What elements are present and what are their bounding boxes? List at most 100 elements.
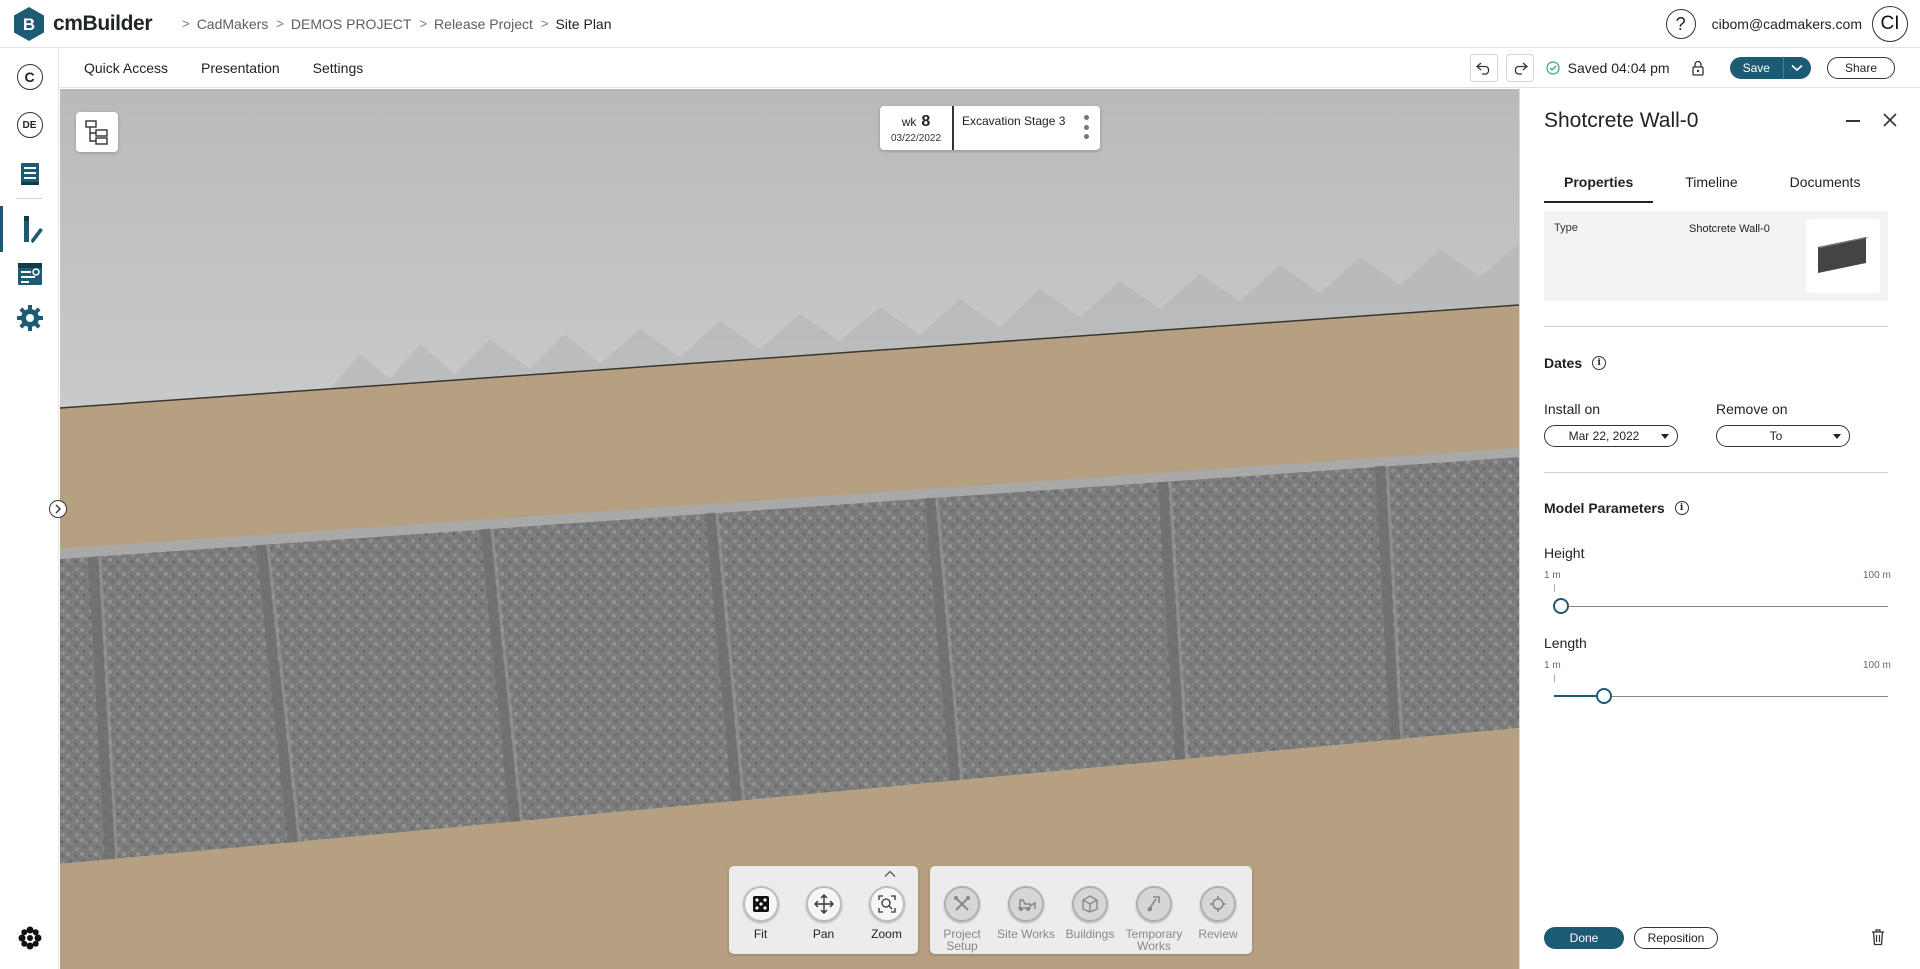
lock-icon bbox=[1691, 60, 1704, 76]
temporary-works-icon bbox=[1136, 886, 1172, 922]
type-thumbnail bbox=[1806, 219, 1880, 293]
share-button[interactable]: Share bbox=[1826, 57, 1895, 79]
menu-quick-access[interactable]: Quick Access bbox=[84, 60, 168, 76]
tab-properties[interactable]: Properties bbox=[1544, 173, 1654, 203]
week-line: wk 8 bbox=[902, 113, 931, 131]
chevron-up-icon[interactable] bbox=[884, 870, 896, 878]
install-on-label: Install on bbox=[1544, 401, 1601, 417]
length-slider[interactable] bbox=[1554, 688, 1888, 704]
buildings-tool[interactable]: Buildings bbox=[1058, 886, 1122, 940]
logo-badge-icon: B bbox=[12, 6, 46, 42]
wall-thumbnail-icon bbox=[1818, 237, 1868, 273]
week-indicator: wk 8 03/22/2022 bbox=[880, 106, 954, 150]
breadcrumb-project-group[interactable]: DEMOS PROJECT bbox=[291, 16, 412, 32]
model-params-title: Model Parameters bbox=[1544, 500, 1665, 516]
hierarchy-tree-icon bbox=[85, 120, 108, 145]
undo-icon bbox=[1475, 62, 1489, 75]
company-switcher[interactable]: C bbox=[0, 62, 59, 92]
chevron-down-icon bbox=[1791, 64, 1804, 72]
review-tool[interactable]: Review bbox=[1186, 886, 1250, 940]
fit-dice-icon bbox=[742, 886, 779, 922]
type-section: Type Shotcrete Wall-0 bbox=[1544, 211, 1888, 301]
user-email: cibom@cadmakers.com bbox=[1711, 16, 1862, 32]
review-icon bbox=[1200, 886, 1236, 922]
user-avatar[interactable]: CI bbox=[1872, 6, 1908, 42]
timeline-week-card[interactable]: wk 8 03/22/2022 Excavation Stage 3 bbox=[880, 106, 1100, 150]
dates-title: Dates bbox=[1544, 355, 1583, 371]
buildings-label: Buildings bbox=[1065, 927, 1115, 941]
close-icon[interactable] bbox=[1881, 111, 1899, 129]
tab-timeline[interactable]: Timeline bbox=[1665, 173, 1757, 203]
breadcrumb-project[interactable]: Release Project bbox=[434, 16, 533, 32]
properties-panel: Shotcrete Wall-0 Properties Timeline Doc… bbox=[1519, 89, 1920, 969]
model-tree-button[interactable] bbox=[76, 112, 118, 152]
panel-tabs: Properties Timeline Documents bbox=[1544, 173, 1896, 203]
model-params-section-title: Model Parameters i bbox=[1544, 500, 1689, 516]
saved-status: Saved 04:04 pm bbox=[1546, 60, 1670, 76]
fit-tool[interactable]: Fit bbox=[729, 886, 792, 940]
pan-tool[interactable]: Pan bbox=[792, 886, 855, 940]
review-label: Review bbox=[1198, 927, 1238, 941]
help-icon[interactable]: ? bbox=[1665, 9, 1696, 39]
rail-item-schedule[interactable] bbox=[0, 254, 59, 294]
check-circle-icon bbox=[1546, 61, 1560, 75]
fit-label: Fit bbox=[753, 927, 768, 941]
install-date-select[interactable]: Mar 22, 2022 bbox=[1544, 425, 1678, 447]
expand-sidebar-button[interactable] bbox=[49, 500, 67, 518]
navigation-palette: Fit Pan Zoom bbox=[729, 866, 918, 954]
gear-icon bbox=[16, 305, 43, 331]
breadcrumb-separator-icon: > bbox=[540, 16, 549, 31]
3d-viewport[interactable]: wk 8 03/22/2022 Excavation Stage 3 Fit P… bbox=[60, 89, 1519, 969]
week-number: 8 bbox=[921, 112, 931, 130]
dates-section-title: Dates i bbox=[1544, 355, 1607, 371]
project-initials: DE bbox=[16, 112, 43, 138]
type-value: Shotcrete Wall-0 bbox=[1689, 223, 1770, 235]
breadcrumb-company[interactable]: CadMakers bbox=[197, 16, 269, 32]
project-setup-icon bbox=[944, 886, 980, 922]
rail-item-apps[interactable] bbox=[0, 922, 59, 954]
project-switcher[interactable]: DE bbox=[0, 110, 59, 140]
app-name: cmBuilder bbox=[53, 11, 153, 35]
remove-date-value: To bbox=[1769, 429, 1783, 443]
menu-presentation[interactable]: Presentation bbox=[201, 60, 280, 76]
reposition-button[interactable]: Reposition bbox=[1634, 927, 1718, 949]
info-icon[interactable]: i bbox=[1592, 356, 1607, 370]
install-date-value: Mar 22, 2022 bbox=[1568, 429, 1640, 443]
trash-icon[interactable] bbox=[1870, 928, 1886, 946]
temporary-works-tool[interactable]: Temporary Works bbox=[1122, 886, 1186, 952]
document-stack-icon bbox=[20, 163, 39, 185]
done-button[interactable]: Done bbox=[1544, 927, 1624, 949]
height-min: 1 m bbox=[1544, 570, 1561, 581]
height-slider-thumb[interactable] bbox=[1552, 598, 1569, 614]
zoom-tool[interactable]: Zoom bbox=[855, 886, 918, 940]
rail-item-documents[interactable] bbox=[0, 156, 59, 192]
type-label: Type bbox=[1554, 222, 1578, 234]
lock-button[interactable] bbox=[1684, 54, 1712, 82]
info-icon[interactable]: i bbox=[1674, 501, 1689, 515]
rail-item-settings[interactable] bbox=[0, 300, 59, 336]
undo-button[interactable] bbox=[1469, 54, 1498, 82]
buildings-icon bbox=[1072, 886, 1108, 922]
chevron-down-icon bbox=[1661, 434, 1669, 439]
redo-button[interactable] bbox=[1505, 54, 1534, 82]
project-setup-tool[interactable]: Project Setup bbox=[930, 886, 994, 952]
height-max: 100 m bbox=[1863, 570, 1891, 581]
height-slider[interactable] bbox=[1552, 598, 1888, 614]
save-button[interactable]: Save bbox=[1730, 57, 1783, 79]
temporary-works-label: Temporary Works bbox=[1125, 927, 1183, 953]
scene-render bbox=[60, 89, 1519, 969]
design-pencil-icon bbox=[23, 216, 43, 243]
rail-divider bbox=[16, 198, 42, 199]
category-palette: Project Setup Site Works Buildings Tempo… bbox=[930, 866, 1252, 954]
remove-date-select[interactable]: To bbox=[1716, 425, 1850, 447]
length-slider-thumb[interactable] bbox=[1596, 688, 1613, 704]
menu-settings[interactable]: Settings bbox=[313, 60, 364, 76]
site-works-tool[interactable]: Site Works bbox=[994, 886, 1058, 940]
rail-item-design[interactable] bbox=[0, 206, 59, 252]
minimize-icon[interactable] bbox=[1846, 120, 1860, 122]
site-works-label: Site Works bbox=[997, 927, 1055, 941]
kebab-menu-icon[interactable] bbox=[1084, 115, 1090, 139]
tab-documents[interactable]: Documents bbox=[1770, 173, 1881, 203]
app-logo[interactable]: B cmBuilder bbox=[12, 6, 152, 42]
save-options-button[interactable] bbox=[1782, 57, 1811, 79]
